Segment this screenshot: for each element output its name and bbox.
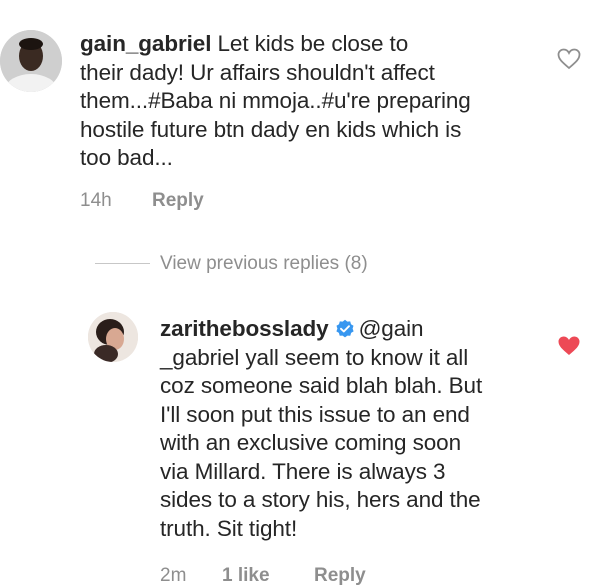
comment-zarithebosslady: zarithebosslady @gain _gabriel yall seem … [160, 315, 540, 543]
verified-badge-icon [335, 319, 354, 338]
comment-meta: 2m 1 like Reply [160, 565, 366, 587]
avatar-zarithebosslady[interactable] [88, 312, 138, 362]
avatar-photo [0, 30, 62, 92]
comment-time: 14h [80, 190, 112, 211]
replies-divider [95, 263, 150, 265]
avatar-gain-gabriel[interactable] [0, 30, 62, 92]
comment-text-line: truth. Sit tight! [160, 515, 298, 541]
comment-text-line: their dady! Ur affairs shouldn't affect [80, 59, 435, 85]
like-button[interactable] [557, 335, 581, 357]
avatar-photo [88, 312, 138, 362]
heart-filled-icon [558, 336, 580, 355]
comment-username[interactable]: gain_gabriel [80, 31, 211, 56]
comment-username[interactable]: zarithebosslady [160, 316, 329, 341]
comment-text-line: too bad... [80, 145, 173, 170]
comment-text-line: them...#Baba ni mmoja..#u're preparing [80, 88, 471, 113]
comment-text-line: I'll soon put this issue to an end [160, 401, 470, 427]
comment-line: gain_gabriel Let kids be close to [80, 30, 550, 59]
comment-meta: 14h Reply [80, 190, 204, 212]
comment-line: zarithebosslady @gain [160, 315, 540, 344]
heart-outline-icon [557, 48, 581, 70]
comment-text-line: sides to a story his, hers and the [160, 487, 481, 512]
like-button[interactable] [557, 48, 581, 70]
comment-text-line: coz someone said blah blah. But [160, 373, 483, 398]
view-previous-replies-label[interactable]: View previous replies (8) [160, 253, 368, 274]
comment-likes[interactable]: 1 like [222, 565, 314, 587]
comment-text-line: via Millard. There is always 3 [160, 458, 446, 484]
comment-text-line: hostile future btn dady en kids which is [80, 116, 462, 142]
reply-button[interactable]: Reply [314, 565, 366, 587]
comment-gain-gabriel: gain_gabriel Let kids be close to their … [80, 30, 550, 173]
view-previous-replies[interactable]: View previous replies (8) [95, 253, 368, 275]
mention-link[interactable]: @gain [359, 316, 424, 341]
comment-text-line: Let kids be close to [217, 31, 409, 56]
comment-text-line: with an exclusive coming soon [160, 430, 462, 455]
reply-button[interactable]: Reply [152, 190, 204, 212]
comment-text-line: _gabriel yall seem to know it all [160, 344, 469, 370]
comment-time: 2m [160, 565, 187, 586]
